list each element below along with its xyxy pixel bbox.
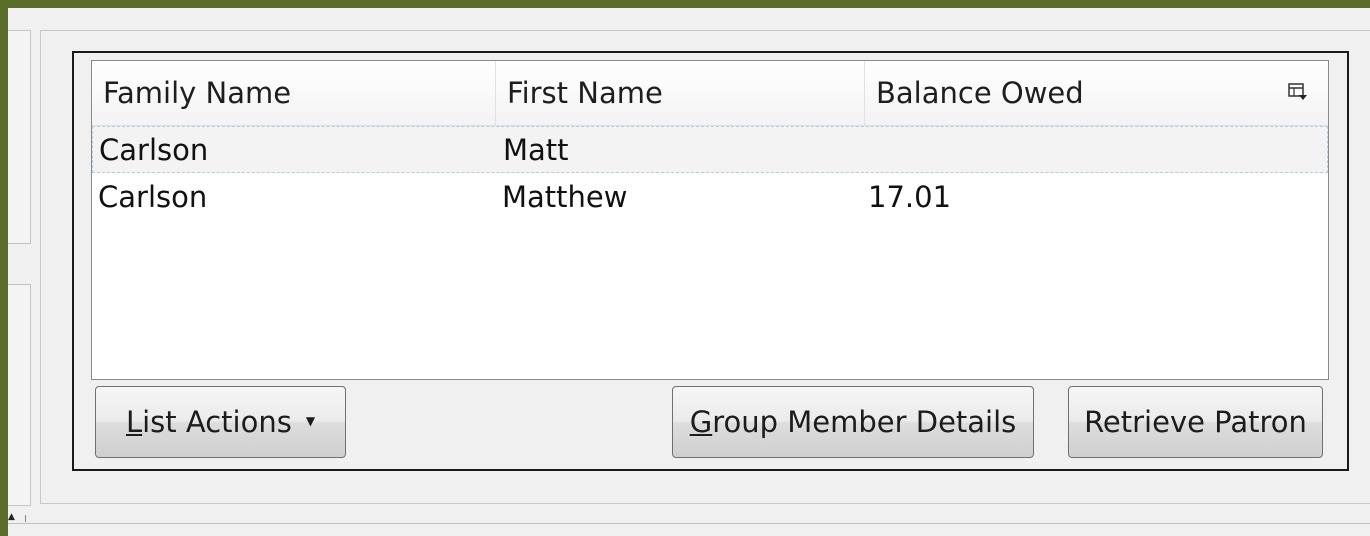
left-pane-bottom	[8, 284, 31, 506]
cell-family-name: Carlson	[98, 180, 208, 214]
column-header-balance-owed[interactable]: Balance Owed	[865, 61, 1278, 125]
cell-first-name: Matthew	[502, 180, 628, 214]
cell-family-name: Carlson	[99, 133, 209, 167]
cell-first-name: Matt	[503, 133, 569, 167]
group-member-details-button[interactable]: Group Member Details	[672, 386, 1034, 458]
left-pane-top	[8, 30, 31, 244]
status-divider	[8, 523, 1370, 524]
group-member-details-label: roup Member Details	[712, 405, 1017, 439]
group-member-details-mnemonic: G	[689, 405, 713, 439]
cell-balance-owed: 17.01	[868, 180, 952, 214]
list-actions-button[interactable]: List Actions ▼	[95, 386, 346, 458]
window-client-area: Family Name First Name Balance Owed Carl…	[8, 8, 1370, 536]
retrieve-patron-button[interactable]: Retrieve Patron	[1068, 386, 1323, 458]
table-header: Family Name First Name Balance Owed	[92, 61, 1328, 126]
list-actions-label: ist Actions	[142, 405, 292, 439]
group-members-box: Family Name First Name Balance Owed Carl…	[72, 51, 1349, 471]
column-header-first-name[interactable]: First Name	[496, 61, 865, 125]
column-picker-icon[interactable]	[1288, 83, 1310, 103]
table-row[interactable]: Carlson Matt	[92, 126, 1328, 173]
list-actions-mnemonic: L	[125, 405, 143, 439]
dropdown-arrow-icon: ▼	[305, 414, 316, 428]
column-header-family-name[interactable]: Family Name	[92, 61, 496, 125]
splitter-up-arrow-icon[interactable]: ▲	[8, 513, 15, 522]
patron-table[interactable]: Family Name First Name Balance Owed Carl…	[91, 60, 1329, 380]
table-row[interactable]: Carlson Matthew 17.01	[92, 174, 1328, 221]
splitter-grip[interactable]	[25, 515, 26, 522]
